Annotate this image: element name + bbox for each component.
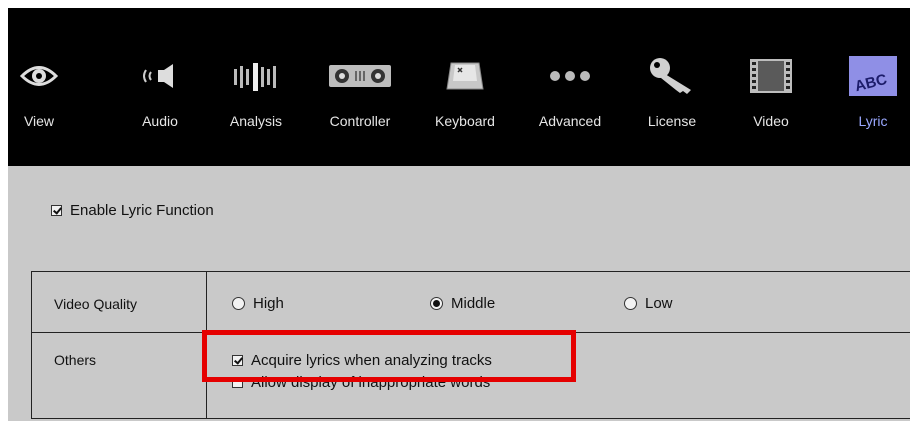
eye-icon [8, 56, 70, 96]
preferences-window: View Audio Analysis Controller Keyboard … [8, 8, 910, 421]
tab-advanced[interactable]: Advanced [527, 8, 613, 166]
tab-label-keyboard: Keyboard [435, 113, 495, 129]
others-label: Others [54, 352, 97, 368]
tab-keyboard[interactable]: Keyboard [424, 8, 506, 166]
tab-label-video: Video [753, 113, 789, 129]
abc-icon: ABC [840, 56, 906, 96]
controller-icon [318, 56, 402, 96]
video-quality-high-radio[interactable]: High [232, 295, 284, 312]
inappropriate-words-label: Allow display of inappropriate words [251, 374, 491, 391]
radio-high-label: High [253, 295, 284, 312]
column-divider [206, 272, 207, 418]
tab-label-license: License [647, 113, 697, 129]
tab-label-audio: Audio [142, 113, 178, 129]
waveform-bars-icon [218, 56, 294, 96]
film-icon [732, 56, 810, 96]
tab-lyric[interactable]: ABC Lyric [840, 8, 906, 166]
radio-low-label: Low [645, 295, 673, 312]
acquire-lyrics-check-mark[interactable] [232, 355, 243, 366]
radio-middle[interactable] [430, 297, 443, 310]
radio-low[interactable] [624, 297, 637, 310]
acquire-lyrics-checkbox[interactable]: Acquire lyrics when analyzing tracks [232, 352, 492, 369]
tab-license[interactable]: License [634, 8, 710, 166]
license-key-icon [634, 56, 710, 96]
video-quality-low-radio[interactable]: Low [624, 295, 673, 312]
tab-controller[interactable]: Controller [318, 8, 402, 166]
row-divider [32, 332, 910, 333]
key-icon [424, 56, 506, 96]
enable-lyric-label: Enable Lyric Function [70, 202, 214, 219]
radio-middle-label: Middle [451, 295, 496, 312]
video-quality-middle-radio[interactable]: Middle [430, 295, 495, 312]
tab-label-view: View [23, 113, 55, 129]
inappropriate-words-checkbox[interactable]: Allow display of inappropriate words [232, 374, 490, 391]
enable-lyric-check-mark[interactable] [51, 205, 62, 216]
tab-video[interactable]: Video [732, 8, 810, 166]
tab-label-controller: Controller [329, 113, 391, 129]
tab-label-advanced: Advanced [538, 113, 602, 129]
tab-view[interactable]: View [8, 8, 70, 166]
tab-audio[interactable]: Audio [125, 8, 195, 166]
enable-lyric-checkbox[interactable]: Enable Lyric Function [51, 202, 214, 219]
lyric-settings-table: Video Quality High Middle Low Others Acq… [31, 271, 910, 419]
radio-high[interactable] [232, 297, 245, 310]
tab-label-lyric: Lyric [858, 113, 888, 129]
tab-analysis[interactable]: Analysis [218, 8, 294, 166]
video-quality-label: Video Quality [54, 296, 138, 312]
speaker-icon [125, 56, 195, 96]
acquire-lyrics-label: Acquire lyrics when analyzing tracks [251, 352, 492, 369]
preferences-toolbar: View Audio Analysis Controller Keyboard … [8, 8, 910, 166]
dots-icon [527, 56, 613, 96]
tab-label-analysis: Analysis [229, 113, 283, 129]
inappropriate-words-check-box[interactable] [232, 377, 243, 388]
